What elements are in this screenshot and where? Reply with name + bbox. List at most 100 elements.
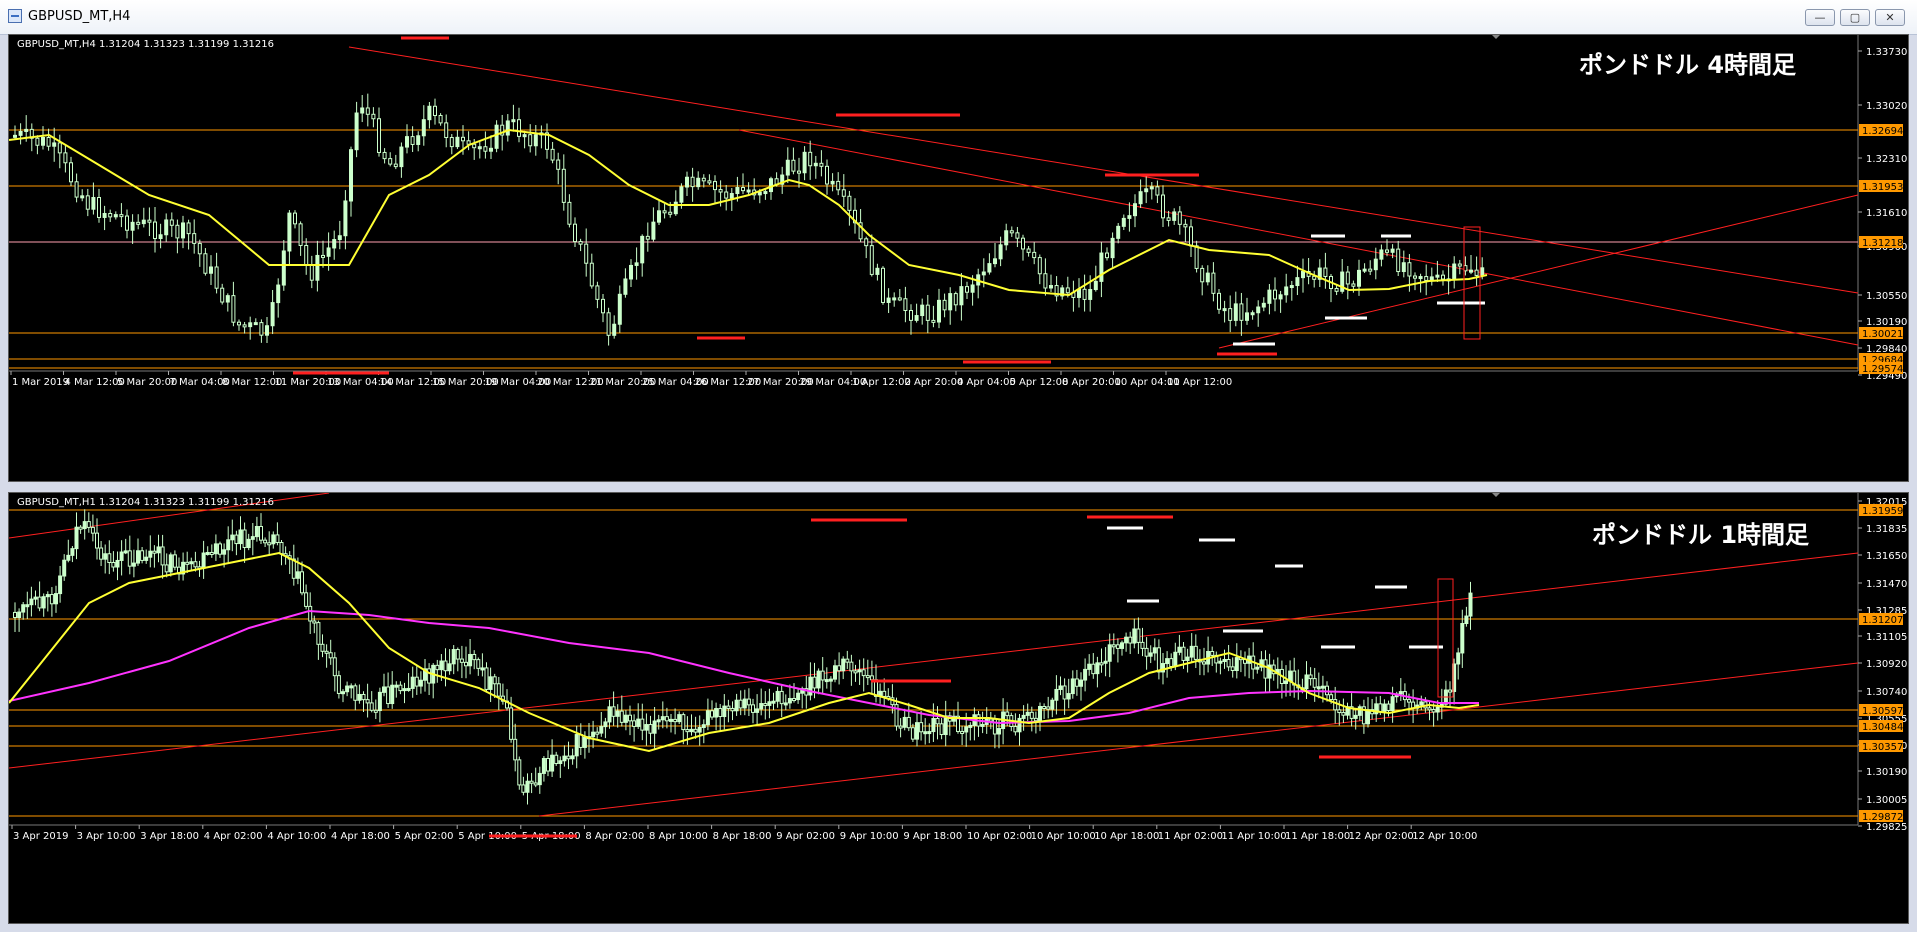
candle-body <box>300 571 304 594</box>
candle-body <box>1017 717 1022 733</box>
candle-body <box>554 754 559 765</box>
h1-chart-canvas[interactable]: 1.320151.318351.316501.314701.312851.311… <box>9 493 1908 923</box>
candle-body <box>1021 237 1025 250</box>
time-tick-label: 4 Apr 04:00 <box>957 377 1016 388</box>
candle-body <box>981 271 986 276</box>
candle-body <box>759 703 764 710</box>
candle-body <box>998 244 1003 260</box>
candle-body <box>209 266 213 274</box>
candle-body <box>1233 303 1238 321</box>
candle-body <box>1103 660 1108 664</box>
time-tick-label: 10 Apr 18:00 <box>1094 831 1159 842</box>
chart-panel-h1[interactable]: 1.32015 1.31835 1.31650 1.31470 1.31285 1.311… <box>8 492 1909 924</box>
candle-body <box>203 253 208 274</box>
candle-body <box>841 658 846 672</box>
time-tick-label: 3 Apr 18:00 <box>140 831 199 842</box>
candle-body <box>1301 271 1305 279</box>
candle-body <box>861 669 866 677</box>
candle-body <box>648 724 653 734</box>
candle-body <box>875 267 880 275</box>
candle-body <box>153 221 157 240</box>
candle-body <box>242 529 247 549</box>
candle-body <box>147 219 152 223</box>
candle-body <box>1222 308 1227 312</box>
candle-body <box>1329 694 1334 701</box>
candle-body <box>1140 641 1145 649</box>
candle-body <box>755 708 760 713</box>
candle-body <box>156 546 161 554</box>
h4-chart-canvas[interactable]: 1.337301.330201.323101.316101.309001.305… <box>9 35 1908 481</box>
candle-body <box>410 136 415 145</box>
candle-body <box>1169 658 1174 667</box>
candle-body <box>472 653 477 661</box>
candle-body <box>847 195 852 211</box>
candle-body <box>1337 709 1342 714</box>
candle-body <box>828 678 833 682</box>
candle-body <box>689 728 694 733</box>
candle-body <box>29 598 34 606</box>
candle-body <box>353 685 358 701</box>
candle-body <box>1116 225 1121 239</box>
time-tick-label: 3 Apr 2019 <box>13 831 68 842</box>
candle-body <box>623 714 628 723</box>
candle-body <box>343 200 348 237</box>
candle-body <box>1070 678 1075 695</box>
shift-end-arrow-icon <box>1492 35 1500 39</box>
candle-body <box>377 118 381 153</box>
close-button[interactable]: ✕ <box>1875 9 1905 26</box>
candle-body <box>13 134 17 138</box>
candle-body <box>175 224 180 239</box>
chart-panel-h4[interactable]: 1.337301.330201.323101.316101.309001.305… <box>8 34 1909 482</box>
candle-body <box>1082 288 1087 300</box>
candle-body <box>494 124 499 149</box>
candle-body <box>259 322 264 336</box>
candle-body <box>1341 712 1346 716</box>
candle-body <box>1124 636 1129 644</box>
candle-body <box>123 550 128 554</box>
candle-body <box>97 197 101 218</box>
candle-body <box>382 686 386 693</box>
candle-body <box>1133 203 1137 217</box>
candle-body <box>589 262 594 287</box>
restore-button[interactable]: ▢ <box>1840 9 1870 26</box>
candle-body <box>276 284 281 304</box>
candle-body <box>1407 262 1412 277</box>
candle-body <box>37 596 42 609</box>
candle-body <box>1379 249 1384 260</box>
candle-body <box>735 187 740 195</box>
candle-body <box>685 729 690 733</box>
candle-body <box>82 521 87 530</box>
candle-body <box>1435 274 1440 278</box>
candle-body <box>1362 268 1367 272</box>
minimize-button[interactable]: — <box>1805 9 1835 26</box>
time-tick-label: 11 Apr 18:00 <box>1285 831 1350 842</box>
candle-body <box>41 137 45 146</box>
candle-body <box>1111 644 1116 648</box>
candle-body <box>948 293 953 311</box>
candle-body <box>1177 211 1182 225</box>
candle-body <box>193 561 198 568</box>
window-titlebar: GBPUSD_MT,H4 — ▢ ✕ <box>0 0 1917 35</box>
candle-body <box>259 526 263 541</box>
candle-body <box>186 222 191 235</box>
trend-line-upper <box>348 46 1859 294</box>
candle-body <box>225 295 230 303</box>
h1-chart-name: ポンドドル 1時間足 <box>1592 521 1810 549</box>
candle-body <box>337 235 342 241</box>
panel-separator[interactable] <box>8 482 1909 492</box>
price-tick-label: 1.31105 <box>1866 632 1907 643</box>
candle-body <box>1357 269 1361 287</box>
candle-body <box>808 151 813 167</box>
candle-body <box>1401 262 1406 273</box>
candle-body <box>345 685 350 693</box>
shift-end-arrow-icon <box>1492 493 1500 497</box>
candle-body <box>603 721 608 728</box>
time-tick-label: 1 Mar 2019 <box>12 377 69 388</box>
candle-body <box>1469 269 1473 273</box>
candle-body <box>267 542 272 546</box>
price-tick-label: 1.31470 <box>1866 579 1907 590</box>
candle-body <box>455 136 460 148</box>
moving-average-line <box>9 128 1488 297</box>
candle-body <box>959 286 964 306</box>
candle-body <box>295 571 300 579</box>
